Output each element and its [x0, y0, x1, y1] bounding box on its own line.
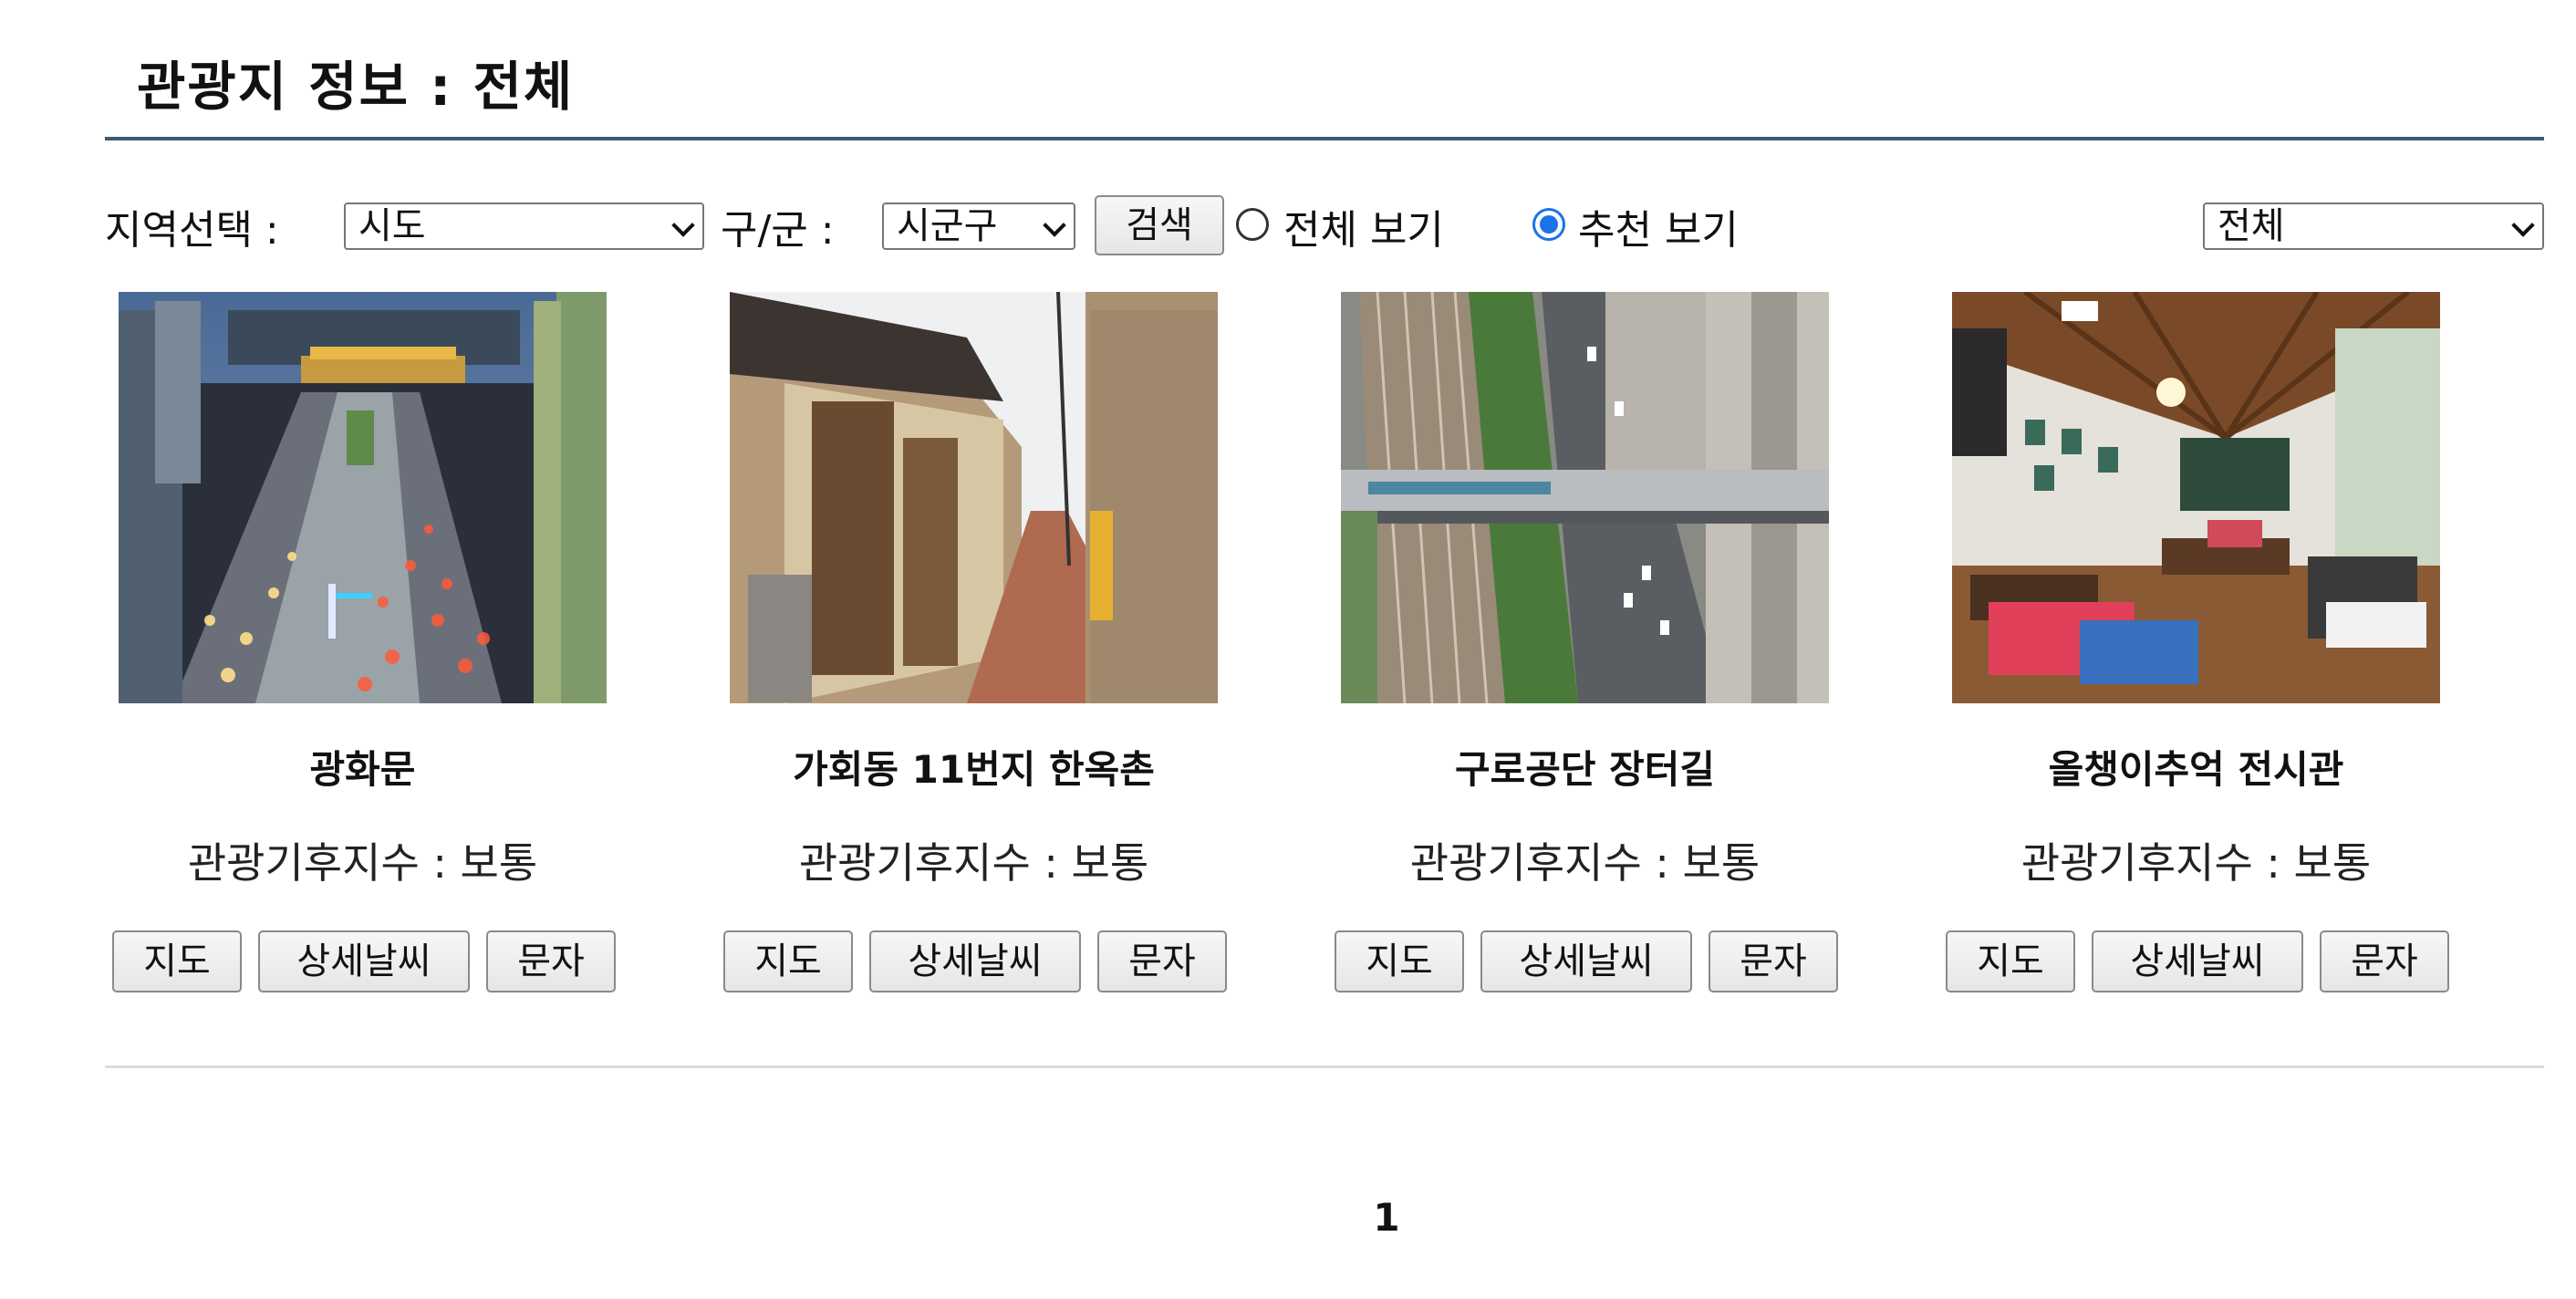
tour-card: 광화문 관광기후지수 : 보통 지도 상세날씨 문자 [105, 292, 616, 994]
tour-name: 올챙이추억 전시관 [2048, 747, 2344, 792]
gugun-label: 구/군 : [721, 207, 835, 254]
radio-view-all-label[interactable]: 전체 보기 [1283, 197, 1444, 255]
weather-detail-button[interactable]: 상세날씨 [2092, 930, 2303, 992]
tour-photo[interactable] [1341, 292, 1829, 703]
map-button[interactable]: 지도 [723, 930, 853, 992]
sms-button[interactable]: 문자 [1709, 930, 1838, 992]
search-button[interactable]: 검색 [1095, 195, 1224, 255]
tour-actions: 지도 상세날씨 문자 [716, 930, 1231, 994]
sido-select-value: 시도 [358, 205, 426, 247]
chevron-down-icon [1043, 213, 1066, 237]
tour-card: 구로공단 장터길 관광기후지수 : 보통 지도 상세날씨 문자 [1327, 292, 1838, 994]
tour-climate-index: 관광기후지수 : 보통 [187, 838, 538, 888]
category-select[interactable]: 전체 [2203, 203, 2544, 250]
weather-detail-button[interactable]: 상세날씨 [1480, 930, 1692, 992]
tour-card: 올챙이추억 전시관 관광기후지수 : 보통 지도 상세날씨 문자 [1938, 292, 2449, 994]
radio-view-recommended[interactable] [1532, 208, 1565, 241]
title-divider [105, 137, 2544, 140]
tour-actions: 지도 상세날씨 문자 [1938, 930, 2454, 994]
tour-name: 광화문 [309, 747, 416, 792]
weather-detail-button[interactable]: 상세날씨 [869, 930, 1081, 992]
tourist-info-page: 관광지 정보 : 전체 지역선택 : 시도 구/군 : 시군구 검색 전체 보기… [0, 0, 2576, 1299]
sms-button[interactable]: 문자 [2320, 930, 2449, 992]
tour-name: 가회동 11번지 한옥촌 [793, 747, 1155, 792]
pagination-current-page[interactable]: 1 [1359, 1195, 1414, 1240]
tour-photo[interactable] [119, 292, 607, 703]
category-select-value: 전체 [2218, 205, 2285, 247]
radio-view-all[interactable] [1236, 208, 1269, 241]
chevron-down-icon [2511, 213, 2535, 237]
tour-photo[interactable] [730, 292, 1218, 703]
list-divider [105, 1065, 2544, 1068]
tour-climate-index: 관광기후지수 : 보통 [1409, 838, 1761, 888]
map-button[interactable]: 지도 [1335, 930, 1464, 992]
filter-bar: 지역선택 : 시도 구/군 : 시군구 검색 전체 보기 추천 보기 전체 [105, 192, 2544, 255]
sms-button[interactable]: 문자 [486, 930, 616, 992]
sigungu-select[interactable]: 시군구 [882, 203, 1075, 250]
tour-actions: 지도 상세날씨 문자 [1327, 930, 1843, 994]
sms-button[interactable]: 문자 [1097, 930, 1227, 992]
sido-select[interactable]: 시도 [344, 203, 704, 250]
sigungu-select-value: 시군구 [897, 205, 998, 247]
page-title: 관광지 정보 : 전체 [137, 56, 575, 118]
region-select-label: 지역선택 : [105, 207, 279, 254]
tour-photo[interactable] [1952, 292, 2440, 703]
tour-actions: 지도 상세날씨 문자 [105, 930, 620, 994]
tour-name: 구로공단 장터길 [1454, 747, 1716, 792]
tour-card: 가회동 11번지 한옥촌 관광기후지수 : 보통 지도 상세날씨 문자 [716, 292, 1227, 994]
tour-climate-index: 관광기후지수 : 보통 [2020, 838, 2372, 888]
weather-detail-button[interactable]: 상세날씨 [258, 930, 470, 992]
map-button[interactable]: 지도 [112, 930, 242, 992]
map-button[interactable]: 지도 [1946, 930, 2075, 992]
radio-view-recommended-label[interactable]: 추천 보기 [1578, 197, 1739, 255]
tour-climate-index: 관광기후지수 : 보통 [798, 838, 1149, 888]
chevron-down-icon [671, 213, 695, 237]
